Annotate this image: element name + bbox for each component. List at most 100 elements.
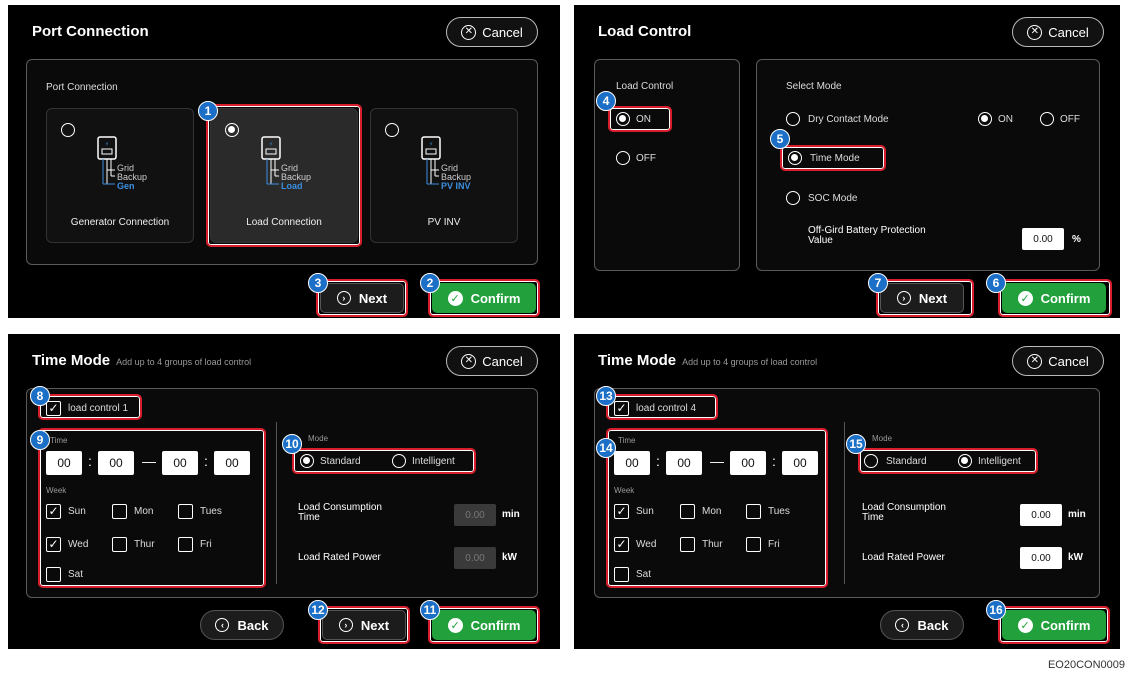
step-badge: 9 (30, 430, 50, 450)
highlight-time-mode (780, 145, 886, 171)
radio-soc-mode[interactable] (786, 191, 800, 205)
highlight-confirm (428, 606, 540, 644)
dry-on-label: ON (998, 114, 1013, 125)
highlight-time-week (38, 428, 266, 588)
page-subtitle: Add up to 4 groups of load control (116, 357, 252, 367)
title-text: Time Mode (598, 352, 677, 369)
page: Port Connection ✕ Cancel Port Connection… (0, 0, 1125, 675)
svg-text:⚡: ⚡ (429, 141, 433, 148)
protection-label-line2: Value (808, 235, 833, 246)
back-icon: ‹ (215, 618, 230, 632)
rated-power-input[interactable]: 0.00 (1020, 547, 1062, 569)
load-control-panel: Load Control ✕ Cancel Load Control ON 4 … (574, 5, 1120, 318)
highlight-next (318, 606, 410, 644)
close-icon: ✕ (1027, 353, 1043, 369)
highlight-confirm (428, 279, 540, 317)
rated-power-label: Load Rated Power (298, 552, 381, 563)
radio-dry-contact[interactable] (786, 112, 800, 126)
mode-label: Mode (872, 434, 893, 443)
soc-mode-label: SOC Mode (808, 193, 858, 204)
cancel-label: Cancel (1048, 353, 1089, 369)
highlight-load-control (606, 394, 718, 420)
step-badge: 10 (282, 434, 302, 454)
time-mode-panel-1: Time Mode Add up to 4 groups of load cont… (8, 334, 560, 649)
radio-off[interactable] (616, 151, 630, 165)
highlight-load-connection (206, 104, 362, 247)
cancel-label: Cancel (482, 353, 523, 369)
load-control-label: Load Control (616, 81, 674, 92)
consumption-label-line2: Time (298, 512, 320, 523)
back-button[interactable]: ‹ Back (880, 610, 964, 640)
highlight-mode (292, 448, 476, 474)
cancel-label: Cancel (1048, 24, 1089, 40)
cancel-button[interactable]: ✕ Cancel (446, 17, 538, 47)
step-badge: 7 (868, 273, 888, 293)
page-subtitle: Add up to 4 groups of load control (682, 357, 818, 367)
figure-reference: EO20CON0009 (1047, 659, 1125, 671)
cancel-label: Cancel (482, 24, 523, 40)
step-badge: 2 (420, 273, 440, 293)
highlight-confirm (998, 606, 1110, 644)
icon-pv-label: PV INV (441, 181, 471, 191)
highlight-mode (858, 448, 1038, 474)
protection-value-input[interactable]: 0.00 (1022, 228, 1064, 250)
highlight-on (608, 106, 672, 132)
cancel-button[interactable]: ✕ Cancel (446, 346, 538, 376)
consumption-time-input[interactable]: 0.00 (454, 504, 496, 526)
title-text: Time Mode (32, 352, 111, 369)
consumption-label-line2: Time (862, 512, 884, 523)
radio-pv-inv[interactable] (385, 123, 399, 137)
page-title: Time Mode Add up to 4 groups of load cont… (32, 352, 251, 369)
cancel-button[interactable]: ✕ Cancel (1012, 17, 1104, 47)
step-badge: 1 (198, 101, 218, 121)
min-unit: min (1068, 509, 1086, 520)
rated-power-label: Load Rated Power (862, 552, 945, 563)
highlight-confirm (998, 279, 1112, 317)
close-icon: ✕ (461, 24, 477, 40)
port-connection-panel: Port Connection ✕ Cancel Port Connection… (8, 5, 560, 318)
percent-unit: % (1072, 234, 1081, 245)
off-label: OFF (636, 153, 656, 164)
dry-off-label: OFF (1060, 114, 1080, 125)
consumption-time-input[interactable]: 0.00 (1020, 504, 1062, 526)
divider (844, 422, 845, 584)
mode-label: Mode (308, 434, 329, 443)
page-title: Load Control (598, 23, 692, 40)
highlight-load-control (38, 394, 142, 420)
back-button[interactable]: ‹ Back (200, 610, 284, 640)
step-badge: 15 (846, 434, 866, 454)
cancel-button[interactable]: ✕ Cancel (1012, 346, 1104, 376)
kw-unit: kW (502, 552, 517, 563)
close-icon: ✕ (461, 353, 477, 369)
select-mode-label: Select Mode (786, 81, 842, 92)
back-label: Back (917, 617, 949, 633)
radio-dry-on[interactable] (978, 112, 992, 126)
highlight-next (876, 279, 974, 317)
step-badge: 4 (596, 91, 616, 111)
radio-generator[interactable] (61, 123, 75, 137)
back-label: Back (237, 617, 269, 633)
svg-text:⚡: ⚡ (105, 141, 109, 148)
dry-contact-label: Dry Contact Mode (808, 114, 889, 125)
step-badge: 13 (596, 386, 616, 406)
card-label: Generator Connection (70, 217, 170, 228)
step-badge: 5 (770, 129, 790, 149)
step-badge: 14 (596, 438, 616, 458)
kw-unit: kW (1068, 552, 1083, 563)
icon-gen-label: Gen (117, 181, 135, 191)
min-unit: min (502, 509, 520, 520)
time-mode-panel-4: Time Mode Add up to 4 groups of load cont… (574, 334, 1120, 649)
card-generator-connection[interactable]: ⚡ Grid Backup Gen Generator Connection (46, 108, 194, 243)
rated-power-input[interactable]: 0.00 (454, 547, 496, 569)
close-icon: ✕ (1027, 24, 1043, 40)
divider (276, 422, 277, 584)
highlight-next (316, 279, 408, 317)
card-pv-inv[interactable]: ⚡ Grid Backup PV INV PV INV (370, 108, 518, 243)
back-icon: ‹ (895, 618, 910, 632)
step-badge: 3 (308, 273, 328, 293)
highlight-time-week (606, 428, 828, 588)
step-badge: 12 (308, 600, 328, 620)
port-connection-label: Port Connection (46, 82, 118, 93)
radio-dry-off[interactable] (1040, 112, 1054, 126)
step-badge: 16 (986, 600, 1006, 620)
